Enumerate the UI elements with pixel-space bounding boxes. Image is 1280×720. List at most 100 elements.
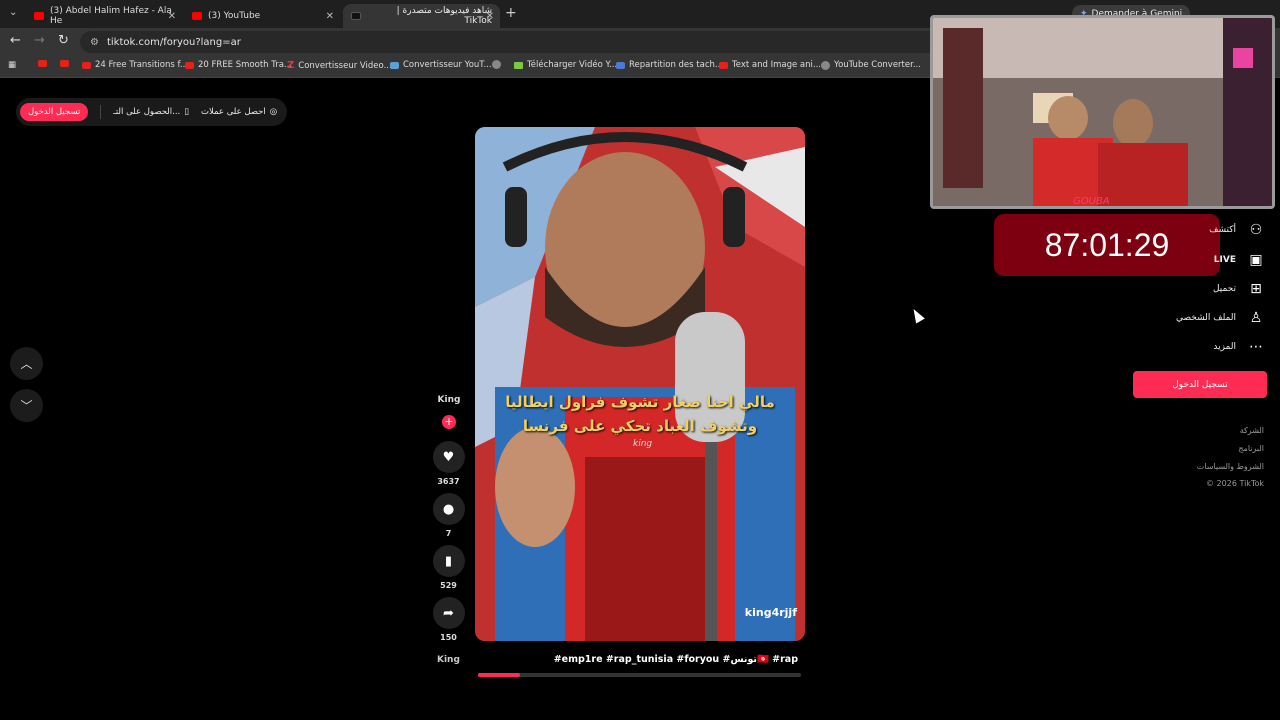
chevron-down-icon: ﹀: [20, 399, 33, 413]
bookmark-youtube-1[interactable]: [38, 60, 47, 67]
previous-video-button[interactable]: ︿: [10, 347, 43, 380]
divider: [100, 105, 102, 119]
comment-count: 7: [445, 529, 452, 538]
globe-icon: [492, 60, 501, 69]
url-text: tiktok.com/foryou?lang=ar: [106, 36, 241, 48]
forward-icon[interactable]: →: [34, 33, 45, 48]
tab-label: شاهد فيديوهات متصدرة | TikTok: [396, 6, 492, 26]
footer-company-link[interactable]: الشركة: [1240, 426, 1264, 435]
bookmark-label: Convertisseur YouT...: [403, 60, 492, 70]
webcam-feed: [933, 18, 1272, 206]
reload-icon[interactable]: ↻: [58, 33, 69, 48]
sidebar-item-more[interactable]: المزيد ⋯: [1213, 339, 1264, 355]
video-watermark: king: [633, 439, 653, 449]
sound-avatar[interactable]: King: [437, 655, 460, 665]
bookmark-convertisseur-yt[interactable]: Convertisseur YouT...: [390, 60, 492, 70]
download-icon: [514, 61, 523, 69]
sidebar-item-discover[interactable]: أكتشف ⚇: [1209, 222, 1264, 238]
chevron-up-icon: ︿: [20, 357, 33, 371]
bookmark-label: Télécharger Vidéo Y...: [527, 60, 618, 70]
get-app-label: الحصول على التـ...: [113, 107, 181, 117]
like-count: 3637: [437, 477, 460, 486]
share-button[interactable]: ➦ 150: [431, 597, 466, 642]
footer-program-link[interactable]: البرنامج: [1238, 444, 1264, 453]
video-progress-fill: [478, 673, 520, 677]
coin-icon: ◎: [269, 107, 278, 117]
docs-icon: [616, 61, 625, 69]
sidebar-item-label: أكتشف: [1209, 225, 1236, 235]
tiktok-icon: [351, 12, 361, 20]
comment-icon: ●: [432, 493, 465, 525]
bookmark-label: Convertisseur Video...: [298, 60, 392, 71]
mouse-cursor: [909, 306, 925, 324]
sidebar-login-button[interactable]: تسجيل الدخول: [1133, 371, 1267, 398]
stream-timer: 87:01:29: [994, 214, 1220, 276]
bookmark-text-image[interactable]: Text and Image ani...: [719, 60, 821, 70]
converter-icon: [390, 61, 399, 69]
next-video-button[interactable]: ﹀: [10, 389, 43, 422]
apps-grid-icon[interactable]: ▦: [8, 60, 16, 70]
bookmark-smooth[interactable]: 20 FREE Smooth Tra...: [185, 60, 292, 70]
get-app-button[interactable]: الحصول على التـ... ▯: [113, 107, 189, 117]
bookmark-label: YouTube Converter...: [834, 60, 921, 70]
bookmark-label: Text and Image ani...: [732, 60, 821, 70]
video-username[interactable]: king4rjjf: [745, 606, 797, 619]
get-coins-label: احصل على عملات: [200, 107, 266, 117]
sidebar-item-label: المزيد: [1213, 342, 1236, 352]
top-actions: تسجيل الدخول الحصول على التـ... ▯ احصل ع…: [16, 98, 288, 126]
like-button[interactable]: ♥ 3637: [431, 441, 466, 486]
save-count: 529: [440, 581, 457, 590]
upload-icon: ⊞: [1250, 281, 1262, 297]
bookmark-repartition[interactable]: Repartition des tach...: [616, 60, 723, 70]
video-hashtags[interactable]: #emp1re #rap_tunisia #foryou #تونس🇹🇳 #ra…: [480, 654, 798, 665]
bookmark-convertisseur-video[interactable]: Z Convertisseur Video...: [287, 60, 392, 71]
back-icon[interactable]: ←: [10, 33, 21, 48]
youtube-icon: [719, 61, 728, 69]
creator-avatar[interactable]: King: [437, 395, 461, 405]
sidebar-item-live[interactable]: LIVE ▣: [1214, 252, 1264, 268]
youtube-icon: [192, 12, 202, 20]
youtube-icon: [60, 60, 69, 67]
close-icon[interactable]: ✕: [326, 11, 334, 22]
comment-button[interactable]: ● 7: [431, 493, 466, 538]
video-progress-bar[interactable]: [478, 673, 801, 677]
bookmark-youtube-2[interactable]: [60, 60, 69, 67]
sidebar-item-label: LIVE: [1213, 255, 1236, 265]
bookmark-telecharger[interactable]: Télécharger Vidéo Y...: [514, 60, 617, 70]
webcam-tag: GOUBA: [1073, 196, 1110, 207]
bookmark-label: Repartition des tach...: [629, 60, 723, 70]
bookmark-yt-converter[interactable]: YouTube Converter...: [821, 60, 921, 70]
video-frame: [475, 127, 805, 641]
get-coins-button[interactable]: احصل على عملات ◎: [201, 107, 277, 117]
globe-icon: [821, 60, 830, 70]
follow-plus-icon[interactable]: +: [442, 415, 456, 429]
phone-icon: ▯: [184, 107, 189, 117]
sidebar-item-profile[interactable]: الملف الشخصي ♙: [1176, 310, 1264, 326]
youtube-icon: [34, 12, 44, 20]
youtube-icon: [38, 60, 47, 67]
caption-line-1: مالي احنا صغار تشوف فراول ايطاليا: [505, 393, 775, 411]
footer-terms-link[interactable]: الشروط والسياسات: [1197, 462, 1264, 471]
new-tab-icon[interactable]: +: [505, 5, 517, 21]
tab-abdel-halim[interactable]: (3) Abdel Halim Hafez - Ala He ✕: [26, 4, 182, 28]
tab-youtube[interactable]: (3) YouTube ✕: [184, 4, 340, 28]
video-player[interactable]: مالي احنا صغار تشوف فراول ايطاليا وتشوف …: [475, 127, 805, 641]
site-info-icon[interactable]: ⚙: [90, 37, 99, 48]
bookmark-globe[interactable]: [492, 60, 501, 69]
webcam-overlay: GOUBA: [930, 15, 1275, 209]
profile-icon: ♙: [1249, 310, 1263, 326]
url-input[interactable]: ⚙ tiktok.com/foryou?lang=ar: [80, 31, 940, 53]
save-button[interactable]: ▮ 529: [431, 545, 466, 590]
sidebar-item-upload[interactable]: تحميل ⊞: [1213, 281, 1264, 297]
login-button[interactable]: تسجيل الدخول: [20, 103, 89, 121]
tab-label: (3) Abdel Halim Hafez - Ala He: [50, 6, 172, 26]
close-icon[interactable]: ✕: [168, 11, 176, 22]
heart-icon: ♥: [432, 441, 465, 473]
user-plus-icon: ⚇: [1249, 222, 1263, 238]
tab-tiktok[interactable]: شاهد فيديوهات متصدرة | TikTok ✕: [343, 4, 500, 28]
tab-search-icon[interactable]: ⌄: [9, 7, 17, 18]
sidebar-item-label: الملف الشخصي: [1176, 313, 1236, 323]
sidebar-item-label: تحميل: [1212, 284, 1236, 294]
bookmark-transitions[interactable]: 24 Free Transitions f...: [82, 60, 188, 70]
close-icon[interactable]: ✕: [486, 11, 494, 22]
